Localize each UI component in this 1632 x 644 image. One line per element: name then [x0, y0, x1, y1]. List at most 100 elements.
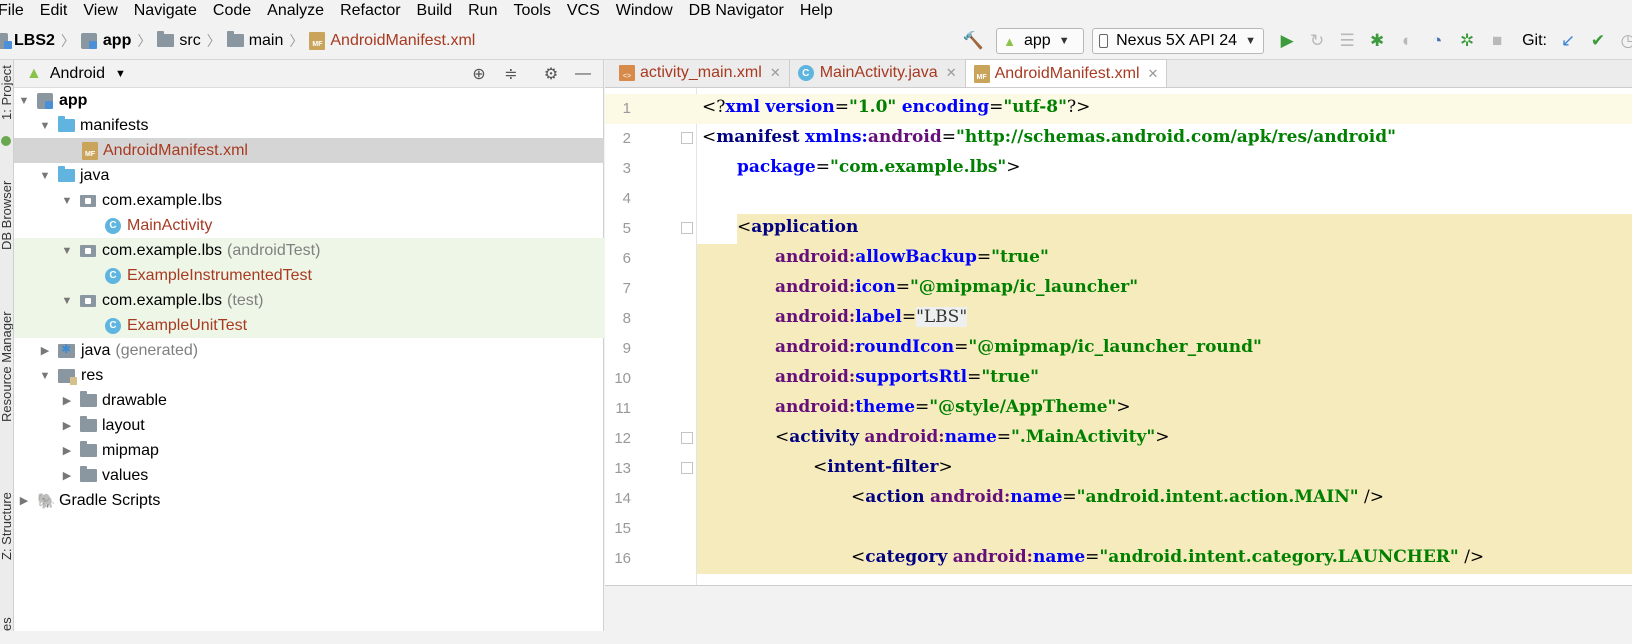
- git-update-icon[interactable]: ↙: [1558, 31, 1578, 51]
- run-config-select[interactable]: ▲ app ▼: [996, 28, 1085, 54]
- tab-activity-main[interactable]: <> activity_main.xml ✕: [611, 59, 790, 87]
- gear-icon[interactable]: ⚙: [541, 64, 561, 84]
- tree-item-mainactivity[interactable]: C MainActivity: [14, 213, 604, 238]
- menu-view[interactable]: View: [75, 0, 125, 22]
- tree-item-values[interactable]: ▶ values: [14, 463, 604, 488]
- tree-item-layout[interactable]: ▶ layout: [14, 413, 604, 438]
- code-line: 12 <activity android:name=".MainActivity…: [605, 424, 1632, 454]
- tree-item-package[interactable]: ▼ com.example.lbs: [14, 188, 604, 213]
- apply-changes-icon[interactable]: ↻: [1307, 31, 1327, 51]
- collapse-all-icon[interactable]: ≑: [501, 64, 521, 84]
- tool-window-resource-manager[interactable]: Resource Manager: [0, 311, 13, 422]
- tree-item-label: ExampleUnitTest: [127, 316, 248, 334]
- tree-item-label: layout: [102, 416, 145, 434]
- chevron-down-icon[interactable]: ▼: [58, 195, 76, 207]
- tree-item-res[interactable]: ▼ res: [14, 363, 604, 388]
- tool-window-structure[interactable]: Z: Structure: [0, 492, 13, 560]
- line-text: <?xml version="1.0" encoding="utf-8"?>: [702, 97, 1091, 117]
- manifest-icon: MF: [973, 64, 990, 83]
- package-icon: [80, 244, 96, 257]
- menu-tools[interactable]: Tools: [505, 0, 558, 22]
- menu-window[interactable]: Window: [608, 0, 681, 22]
- code-area[interactable]: 1 <?xml version="1.0" encoding="utf-8"?>…: [605, 94, 1632, 574]
- chevron-right-icon[interactable]: ▶: [15, 494, 33, 507]
- close-icon[interactable]: ✕: [946, 65, 957, 81]
- debug-icon[interactable]: ✱: [1367, 31, 1387, 51]
- run-icon[interactable]: ▶: [1277, 31, 1297, 51]
- tree-item-exampleinstrumentedtest[interactable]: C ExampleInstrumentedTest: [14, 263, 604, 288]
- breadcrumb-src[interactable]: src: [179, 32, 200, 50]
- git-commit-icon[interactable]: ✔: [1588, 31, 1608, 51]
- git-history-icon[interactable]: ◷: [1618, 31, 1632, 51]
- menu-db-navigator[interactable]: DB Navigator: [681, 0, 792, 22]
- locate-icon[interactable]: ⊕: [469, 64, 489, 84]
- android-icon: ▲: [26, 64, 42, 82]
- line-number: 8: [622, 310, 631, 327]
- menu-navigate[interactable]: Navigate: [126, 0, 205, 22]
- menu-code[interactable]: Code: [205, 0, 259, 22]
- menu-help[interactable]: Help: [792, 0, 841, 22]
- scope-highlight: [697, 514, 1632, 544]
- close-icon[interactable]: ✕: [770, 65, 781, 81]
- menu-build[interactable]: Build: [409, 0, 461, 22]
- menu-edit[interactable]: Edit: [32, 0, 76, 22]
- fold-marker-icon[interactable]: [681, 432, 693, 444]
- chevron-down-icon[interactable]: ▼: [115, 68, 126, 80]
- tree-item-app[interactable]: ▼ app: [14, 88, 604, 113]
- tree-item-exampleunittest[interactable]: C ExampleUnitTest: [14, 313, 604, 338]
- chevron-right-icon[interactable]: ▶: [58, 469, 76, 482]
- stop-icon[interactable]: ■: [1487, 31, 1507, 51]
- menu-analyze[interactable]: Analyze: [259, 0, 332, 22]
- tree-item-gradle-scripts[interactable]: ▶ 🐘 Gradle Scripts: [14, 488, 604, 513]
- profile-icon[interactable]: ◔: [1427, 31, 1447, 51]
- fold-marker-icon[interactable]: [681, 222, 693, 234]
- tool-window-db-browser[interactable]: DB Browser: [0, 181, 13, 250]
- tree-item-package-test[interactable]: ▼ com.example.lbs (test): [14, 288, 604, 313]
- coverage-icon[interactable]: ◐: [1397, 31, 1417, 51]
- breadcrumb-file[interactable]: AndroidManifest.xml: [330, 32, 475, 50]
- tool-window-extra[interactable]: es: [0, 617, 13, 631]
- chevron-down-icon[interactable]: ▼: [36, 120, 54, 132]
- chevron-right-icon[interactable]: ▶: [58, 444, 76, 457]
- hammer-icon[interactable]: 🔨: [963, 31, 984, 51]
- attach-debugger-icon[interactable]: ✲: [1457, 31, 1477, 51]
- device-select[interactable]: Nexus 5X API 24 ▼: [1092, 28, 1265, 54]
- chevron-right-icon[interactable]: ▶: [58, 419, 76, 432]
- tree-item-drawable[interactable]: ▶ drawable: [14, 388, 604, 413]
- tree-item-manifests[interactable]: ▼ manifests: [14, 113, 604, 138]
- line-number: 13: [614, 460, 631, 477]
- tab-mainactivity[interactable]: C MainActivity.java ✕: [790, 59, 966, 87]
- breadcrumb-project[interactable]: LBS2: [14, 32, 55, 50]
- tree-item-androidmanifest[interactable]: MF AndroidManifest.xml: [14, 138, 604, 163]
- chevron-down-icon[interactable]: ▼: [36, 370, 54, 382]
- minimize-icon[interactable]: —: [573, 64, 593, 84]
- close-icon[interactable]: ✕: [1148, 66, 1159, 82]
- tree-item-mipmap[interactable]: ▶ mipmap: [14, 438, 604, 463]
- apply-code-changes-icon[interactable]: ☰: [1337, 31, 1357, 51]
- chevron-right-icon[interactable]: ▶: [36, 344, 54, 357]
- project-view-select[interactable]: Android: [50, 65, 105, 83]
- chevron-down-icon[interactable]: ▼: [15, 95, 33, 107]
- chevron-down-icon[interactable]: ▼: [58, 245, 76, 257]
- menu-refactor[interactable]: Refactor: [332, 0, 408, 22]
- fold-marker-icon[interactable]: [681, 132, 693, 144]
- breadcrumb-module[interactable]: app: [103, 32, 131, 50]
- menu-vcs[interactable]: VCS: [559, 0, 608, 22]
- folder-icon: [157, 31, 175, 47]
- line-text: android:icon="@mipmap/ic_launcher": [775, 277, 1139, 297]
- chevron-down-icon[interactable]: ▼: [58, 295, 76, 307]
- code-line: 7 android:icon="@mipmap/ic_launcher": [605, 274, 1632, 304]
- tree-item-package-androidtest[interactable]: ▼ com.example.lbs (androidTest): [14, 238, 604, 263]
- menu-run[interactable]: Run: [460, 0, 505, 22]
- line-number: 5: [622, 220, 631, 237]
- tool-window-project[interactable]: 1: Project: [0, 65, 13, 120]
- breadcrumb-main[interactable]: main: [249, 32, 284, 50]
- tree-item-java-generated[interactable]: ▶ java (generated): [14, 338, 604, 363]
- tree-item-java[interactable]: ▼ java: [14, 163, 604, 188]
- tab-androidmanifest[interactable]: MF AndroidManifest.xml ✕: [965, 59, 1168, 87]
- chevron-down-icon[interactable]: ▼: [36, 170, 54, 182]
- chevron-right-icon[interactable]: ▶: [58, 394, 76, 407]
- line-text: android:theme="@style/AppTheme">: [775, 397, 1131, 417]
- menu-file[interactable]: File: [0, 0, 32, 22]
- fold-marker-icon[interactable]: [681, 462, 693, 474]
